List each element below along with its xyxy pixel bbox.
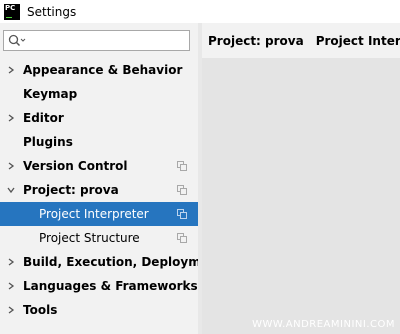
sidebar-item-build-execution-deployment[interactable]: Build, Execution, Deployment [0,250,223,274]
sidebar-item-project-interpreter[interactable]: Project Interpreter [0,202,198,226]
sidebar-item-editor[interactable]: Editor [0,106,198,130]
breadcrumb-current: Project Interpreter [315,33,400,48]
copy-icon [177,185,187,195]
search-icon[interactable] [8,34,26,47]
settings-sidebar: Appearance & Behavior Keymap Editor Plugins… [0,23,223,334]
chevron-right-icon[interactable] [7,306,15,314]
copy-icon [177,161,187,171]
settings-content: Project: prova Project Interpreter WWW.A… [202,23,400,334]
pycharm-logo-icon: PC [4,3,20,20]
sidebar-item-plugins[interactable]: Plugins [0,130,198,154]
sidebar-item-label: Project: prova [23,183,119,197]
sidebar-item-version-control[interactable]: Version Control [0,154,198,178]
chevron-right-icon[interactable] [7,114,15,122]
sidebar-item-label: Tools [23,303,58,317]
chevron-right-icon[interactable] [7,258,15,266]
search-input[interactable] [26,32,186,49]
window-title: Settings [27,4,77,19]
sidebar-item-label: Version Control [23,159,128,173]
copy-icon [177,233,187,243]
sidebar-item-label: Plugins [23,135,73,149]
sidebar-item-tools[interactable]: Tools [0,298,198,322]
title-bar: PC Settings [0,0,400,23]
chevron-right-icon[interactable] [7,162,15,170]
sidebar-item-label: Project Interpreter [39,207,149,221]
sidebar-item-keymap[interactable]: Keymap [0,82,198,106]
sidebar-item-label: Build, Execution, Deployment [23,255,224,269]
sidebar-item-languages-frameworks[interactable]: Languages & Frameworks [0,274,198,298]
watermark: WWW.ANDREAMININI.COM [252,319,395,330]
sidebar-item-project-structure[interactable]: Project Structure [0,226,198,250]
sidebar-item-label: Appearance & Behavior [23,63,183,77]
search-field[interactable] [3,30,190,51]
breadcrumb: Project: prova Project Interpreter [202,23,400,58]
chevron-right-icon[interactable] [7,66,15,74]
sidebar-item-project-prova[interactable]: Project: prova [0,178,198,202]
sidebar-item-label: Keymap [23,87,78,101]
breadcrumb-parent: Project: prova [208,33,304,48]
copy-icon [177,209,187,219]
sidebar-item-label: Project Structure [39,231,140,245]
settings-tree: Appearance & Behavior Keymap Editor Plugins… [0,58,223,322]
chevron-down-icon[interactable] [7,186,15,194]
sidebar-item-label: Languages & Frameworks [23,279,198,293]
sidebar-item-appearance-behavior[interactable]: Appearance & Behavior [0,58,198,82]
chevron-right-icon[interactable] [7,282,15,290]
sidebar-item-label: Editor [23,111,64,125]
